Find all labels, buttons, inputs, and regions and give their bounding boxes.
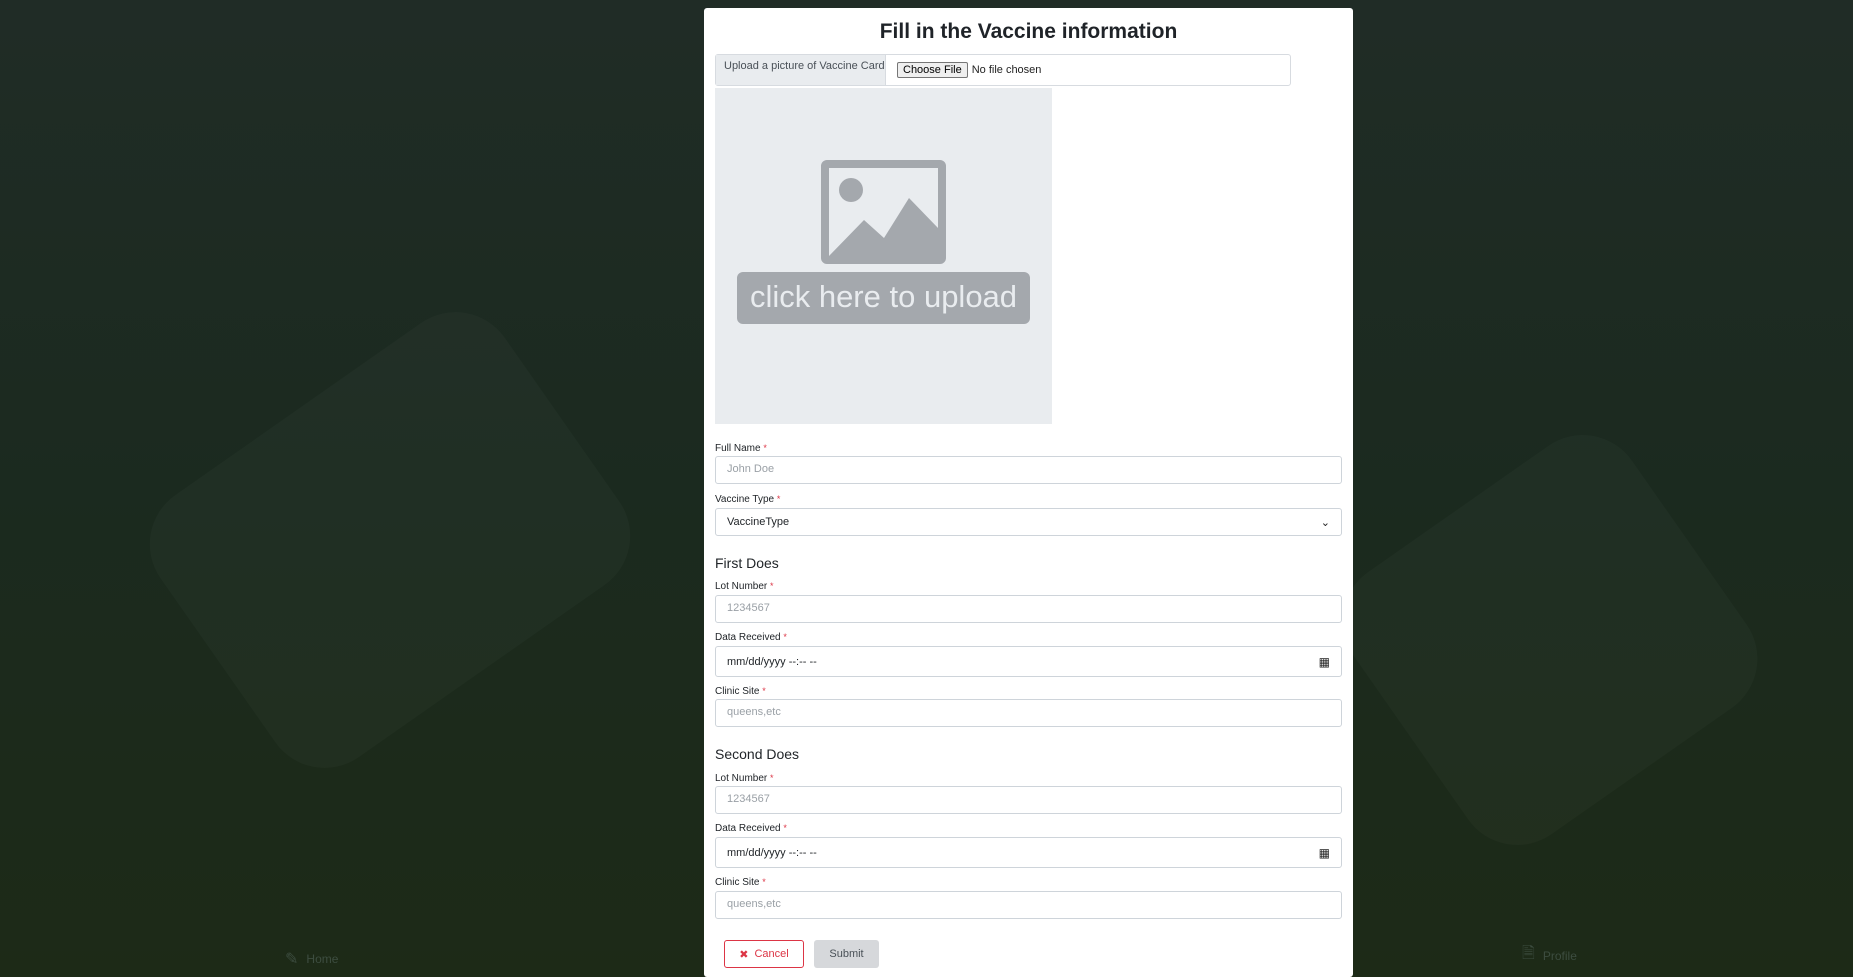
first-date-label: Data Received * — [715, 632, 787, 643]
required-marker: * — [783, 823, 787, 833]
first-date-value: mm/dd/yyyy --:-- -- — [727, 655, 817, 668]
vaccine-type-value: VaccineType — [727, 516, 790, 528]
choose-file-button[interactable]: Choose File — [897, 62, 968, 78]
second-date-input[interactable]: mm/dd/yyyy --:-- -- ▦ — [715, 837, 1342, 868]
second-date-value: mm/dd/yyyy --:-- -- — [727, 846, 817, 859]
pencil-icon: ✎ — [285, 951, 299, 968]
second-date-label: Data Received * — [715, 823, 787, 834]
first-clinic-label-text: Clinic Site — [715, 686, 760, 697]
nav-profile-label: Profile — [1542, 948, 1577, 963]
first-dose-heading: First Does — [715, 555, 779, 571]
required-marker: * — [776, 494, 781, 504]
second-dose-heading: Second Does — [715, 746, 800, 762]
second-lot-label-text: Lot Number — [715, 773, 768, 784]
upload-image-area[interactable]: click here to upload — [715, 88, 1052, 424]
first-lot-label-text: Lot Number — [715, 581, 768, 592]
vaccine-type-label-text: Vaccine Type — [715, 494, 775, 505]
chevron-down-icon: ⌄ — [1320, 516, 1330, 529]
upload-placeholder-text: click here to upload — [737, 272, 1030, 324]
nav-home[interactable]: ✎ Home — [285, 949, 338, 969]
document-icon: 🗎 — [1522, 945, 1535, 962]
full-name-input[interactable]: John Doe — [715, 456, 1342, 484]
file-status: No file chosen — [971, 64, 1042, 76]
first-clinic-label: Clinic Site * — [715, 686, 766, 697]
required-marker: * — [762, 686, 766, 696]
required-marker: * — [770, 581, 774, 591]
required-marker: * — [770, 773, 774, 783]
modal-title: Fill in the Vaccine information — [879, 20, 1178, 43]
background-shape — [126, 288, 654, 791]
upload-label: Upload a picture of Vaccine Card — [716, 55, 886, 85]
close-icon: ✖ — [739, 948, 749, 961]
full-name-label: Full Name * — [715, 443, 767, 454]
required-marker: * — [762, 877, 766, 887]
required-marker: * — [783, 632, 787, 642]
vaccine-type-select[interactable]: VaccineType ⌄ — [715, 508, 1342, 536]
vaccine-type-label: Vaccine Type * — [715, 494, 780, 505]
second-clinic-label-text: Clinic Site — [715, 877, 760, 888]
first-date-label-text: Data Received — [715, 632, 781, 643]
cancel-button-label: Cancel — [754, 948, 789, 960]
second-date-label-text: Data Received — [715, 823, 781, 834]
calendar-icon[interactable]: ▦ — [1319, 655, 1330, 669]
first-lot-input[interactable]: 1234567 — [715, 595, 1342, 623]
vaccine-info-modal: Fill in the Vaccine information Upload a… — [704, 8, 1353, 977]
cancel-button[interactable]: ✖ Cancel — [724, 940, 804, 968]
image-mountain-shape — [829, 198, 938, 256]
image-placeholder-icon — [821, 160, 946, 264]
required-marker: * — [763, 443, 767, 453]
second-clinic-input[interactable]: queens,etc — [715, 891, 1342, 919]
nav-profile[interactable]: 🗎 Profile — [1522, 942, 1577, 969]
first-date-input[interactable]: mm/dd/yyyy --:-- -- ▦ — [715, 646, 1342, 677]
file-upload-group: Upload a picture of Vaccine Card Choose … — [715, 54, 1291, 86]
second-lot-input[interactable]: 1234567 — [715, 786, 1342, 814]
calendar-icon[interactable]: ▦ — [1319, 846, 1330, 860]
first-lot-label: Lot Number * — [715, 581, 774, 592]
submit-button[interactable]: Submit — [814, 940, 879, 968]
background-shape — [1319, 411, 1781, 868]
nav-home-label: Home — [306, 952, 339, 966]
second-clinic-label: Clinic Site * — [715, 877, 766, 888]
file-input[interactable]: Choose File No file chosen — [886, 55, 1041, 85]
second-lot-label: Lot Number * — [715, 773, 774, 784]
full-name-label-text: Full Name — [715, 443, 761, 454]
first-clinic-input[interactable]: queens,etc — [715, 699, 1342, 727]
